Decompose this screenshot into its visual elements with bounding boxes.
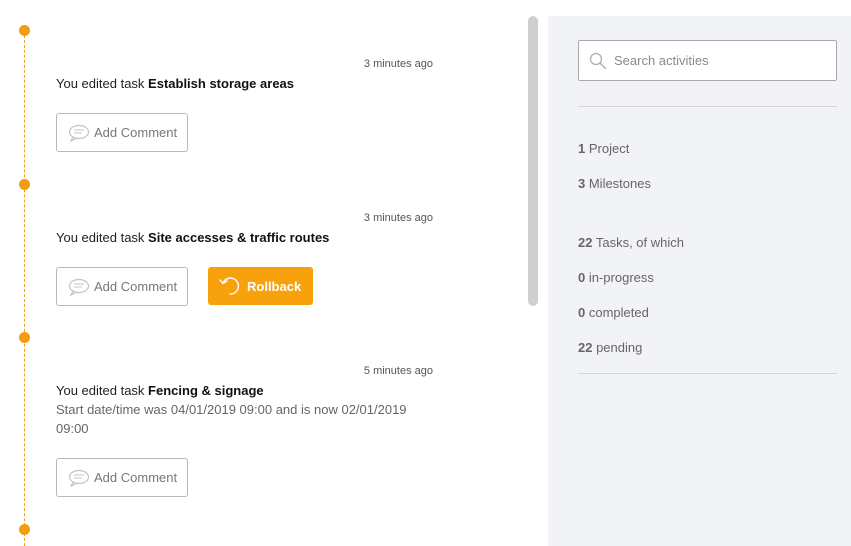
search-input[interactable] bbox=[614, 53, 824, 68]
activity-task-name[interactable]: Fencing & signage bbox=[148, 383, 264, 398]
add-comment-label: Add Comment bbox=[94, 125, 178, 140]
add-comment-label: Add Comment bbox=[94, 470, 178, 485]
divider bbox=[578, 373, 837, 374]
stat-label: pending bbox=[592, 340, 643, 355]
timeline-dot bbox=[19, 179, 30, 190]
stat-tasks: 22 Tasks, of which bbox=[578, 235, 684, 250]
activity-prefix: You edited task bbox=[56, 230, 149, 245]
timeline-dot bbox=[19, 524, 30, 535]
activity-message: You edited task Site accesses & traffic … bbox=[56, 228, 426, 247]
comment-icon bbox=[68, 278, 90, 296]
comment-icon bbox=[68, 124, 90, 142]
activity-timestamp: 3 minutes ago bbox=[363, 212, 433, 224]
activity-prefix: You edited task bbox=[56, 383, 149, 398]
search-icon bbox=[589, 52, 607, 69]
activity-message: You edited task Fencing & signage bbox=[56, 381, 426, 400]
stat-pending: 22 pending bbox=[578, 340, 642, 355]
feed-scrollbar[interactable] bbox=[528, 16, 538, 306]
add-comment-label: Add Comment bbox=[94, 279, 178, 294]
stat-label: Project bbox=[585, 141, 630, 156]
activity-timestamp: 3 minutes ago bbox=[363, 58, 433, 70]
add-comment-button[interactable]: Add Comment bbox=[56, 267, 188, 306]
stat-count: 22 bbox=[578, 340, 593, 355]
add-comment-button[interactable]: Add Comment bbox=[56, 458, 188, 497]
stat-label: Milestones bbox=[585, 176, 651, 191]
activity-detail: Start date/time was 04/01/2019 09:00 and… bbox=[56, 402, 407, 436]
stat-milestones: 3 Milestones bbox=[578, 176, 651, 191]
timeline-dot bbox=[19, 25, 30, 36]
stat-count: 22 bbox=[578, 235, 593, 250]
activity-task-name[interactable]: Site accesses & traffic routes bbox=[148, 230, 329, 245]
timeline-line bbox=[24, 30, 25, 546]
stat-project: 1 Project bbox=[578, 141, 629, 156]
undo-arrow-icon bbox=[219, 277, 240, 295]
add-comment-button[interactable]: Add Comment bbox=[56, 113, 188, 152]
rollback-label: Rollback bbox=[247, 278, 302, 294]
divider bbox=[578, 106, 837, 107]
activity-message: You edited task Establish storage areas bbox=[56, 74, 426, 93]
stat-label: in-progress bbox=[585, 270, 654, 285]
rollback-button[interactable]: Rollback bbox=[208, 267, 313, 305]
stat-label: completed bbox=[585, 305, 649, 320]
stat-completed: 0 completed bbox=[578, 305, 649, 320]
stat-label: Tasks, of which bbox=[592, 235, 684, 250]
search-box[interactable] bbox=[578, 40, 837, 81]
activity-task-name[interactable]: Establish storage areas bbox=[148, 76, 294, 91]
activity-feed: 3 minutes ago You edited task Establish … bbox=[0, 0, 548, 546]
activity-prefix: You edited task bbox=[56, 76, 149, 91]
stat-in-progress: 0 in-progress bbox=[578, 270, 654, 285]
comment-icon bbox=[68, 469, 90, 487]
activity-summary-panel: 1 Project 3 Milestones 22 Tasks, of whic… bbox=[548, 16, 851, 546]
activity-timestamp: 5 minutes ago bbox=[363, 365, 433, 377]
timeline-dot bbox=[19, 332, 30, 343]
